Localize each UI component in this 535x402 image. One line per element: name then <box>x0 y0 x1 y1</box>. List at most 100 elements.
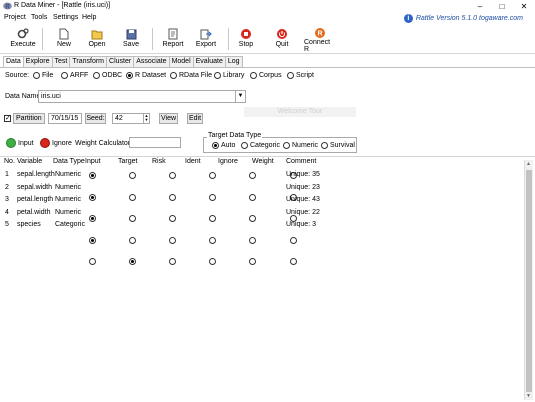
stop-button[interactable]: Stop <box>236 27 256 53</box>
partition-checkbox[interactable]: ✓ Partition <box>4 113 45 124</box>
role-radio-ident[interactable] <box>209 236 216 244</box>
close-button[interactable]: ✕ <box>513 0 535 12</box>
role-radio-ident[interactable] <box>209 172 216 179</box>
scroll-down-icon[interactable]: ▼ <box>526 393 531 399</box>
target-type-numeric[interactable]: Numeric <box>283 142 318 149</box>
quit-button[interactable]: Quit <box>272 27 292 53</box>
tab-cluster[interactable]: Cluster <box>106 56 135 67</box>
source-option-odbc[interactable]: ODBC <box>93 72 122 79</box>
source-option-label: Script <box>296 72 314 79</box>
source-option-arff[interactable]: ARFF <box>61 72 88 79</box>
save-button[interactable]: Save <box>120 27 142 53</box>
source-option-label: ARFF <box>70 72 89 79</box>
role-radio-input[interactable] <box>89 193 96 201</box>
view-button[interactable]: View <box>159 113 178 124</box>
rattle-version-info[interactable]: i Rattle Version 5.1.0 togaware.com <box>403 14 523 23</box>
tab-explore[interactable]: Explore <box>22 56 53 67</box>
target-data-type-label: Target Data Type <box>207 132 263 139</box>
role-radio-ignore[interactable] <box>249 193 256 201</box>
vertical-scrollbar[interactable]: ▲ ▼ <box>524 160 533 400</box>
column-header-input[interactable]: Input <box>85 158 101 165</box>
source-option-file[interactable]: File <box>33 72 53 79</box>
weight-calculator-input[interactable] <box>129 137 181 148</box>
source-option-corpus[interactable]: Corpus <box>250 72 282 79</box>
tab-model[interactable]: Model <box>168 56 194 67</box>
radio-button <box>212 142 219 149</box>
target-type-categoric[interactable]: Categoric <box>241 142 280 149</box>
role-radio-ignore[interactable] <box>249 215 256 222</box>
menu-help[interactable]: Help <box>82 14 96 21</box>
role-radio-input[interactable] <box>89 258 96 265</box>
role-radio-target[interactable] <box>129 172 136 179</box>
role-radio-ident[interactable] <box>209 193 216 201</box>
variables-grid <box>0 156 535 402</box>
column-header-ignore[interactable]: Ignore <box>218 158 238 165</box>
role-radio-ident[interactable] <box>209 215 216 222</box>
execute-button[interactable]: Execute <box>10 27 36 53</box>
tab-test[interactable]: Test <box>51 56 71 67</box>
export-label: Export <box>195 41 217 48</box>
column-header-risk[interactable]: Risk <box>152 158 166 165</box>
report-button[interactable]: Report <box>160 27 186 53</box>
source-option-script[interactable]: Script <box>287 72 314 79</box>
role-radio-target[interactable] <box>129 258 136 265</box>
tab-transform[interactable]: Transform <box>69 56 108 67</box>
role-radio-risk[interactable] <box>169 258 176 265</box>
new-label: New <box>56 41 71 48</box>
input-role-button[interactable]: Input <box>6 138 34 148</box>
role-radio-risk[interactable] <box>169 193 176 201</box>
tab-evaluate[interactable]: Evaluate <box>192 56 226 67</box>
menu-settings[interactable]: Settings <box>53 14 78 21</box>
data-name-combobox[interactable]: iris.uci ▼ <box>38 90 246 103</box>
role-radio-target[interactable] <box>129 236 136 244</box>
tab-associate[interactable]: Associate <box>133 56 170 67</box>
role-radio-input[interactable] <box>89 172 96 179</box>
column-header-variable[interactable]: Variable <box>17 158 42 165</box>
role-radio-risk[interactable] <box>169 172 176 179</box>
edit-button[interactable]: Edit <box>187 113 203 124</box>
role-radio-ignore[interactable] <box>249 236 256 244</box>
role-radio-target[interactable] <box>129 193 136 201</box>
role-radio-input[interactable] <box>89 236 96 244</box>
column-header-comment[interactable]: Comment <box>286 158 316 165</box>
role-radio-risk[interactable] <box>169 236 176 244</box>
radio-button <box>33 72 40 79</box>
radio-button <box>214 72 221 79</box>
seed-spinbox[interactable]: 42 ▲ ▼ <box>112 113 150 124</box>
source-option-r-dataset[interactable]: R Dataset <box>126 72 166 79</box>
role-radio-weight[interactable] <box>290 258 297 265</box>
column-header-no[interactable]: No. <box>4 158 15 165</box>
partition-ratio-input[interactable]: 70/15/15 <box>48 113 82 124</box>
target-type-survival[interactable]: Survival <box>321 142 355 149</box>
spinner-arrows-icon[interactable]: ▲ ▼ <box>143 114 149 123</box>
new-button[interactable]: New <box>54 27 74 53</box>
open-button[interactable]: Open <box>86 27 108 53</box>
role-radio-weight[interactable] <box>290 236 297 244</box>
source-option-library[interactable]: Library <box>214 72 244 79</box>
target-type-auto[interactable]: Auto <box>212 142 235 149</box>
source-option-label: RData File <box>179 72 213 79</box>
role-radio-risk[interactable] <box>169 215 176 222</box>
column-header-data-type[interactable]: Data Type <box>53 158 85 165</box>
role-radio-ignore[interactable] <box>249 172 256 179</box>
column-header-ident[interactable]: Ident <box>185 158 201 165</box>
chevron-down-icon[interactable]: ▼ <box>235 91 245 102</box>
source-option-rdata-file[interactable]: RData File <box>170 72 212 79</box>
connect-r-button[interactable]: R Connect R <box>304 27 336 53</box>
menu-project[interactable]: Project <box>4 14 26 21</box>
export-button[interactable]: Export <box>193 27 219 53</box>
column-header-target[interactable]: Target <box>118 158 137 165</box>
role-radio-ignore[interactable] <box>249 258 256 265</box>
role-radio-target[interactable] <box>129 215 136 222</box>
toolbar: Execute New Open Save Report Export Stop… <box>0 24 535 54</box>
minimize-button[interactable]: – <box>469 0 491 12</box>
role-radio-ident[interactable] <box>209 258 216 265</box>
menu-tools[interactable]: Tools <box>31 14 47 21</box>
scrollbar-thumb[interactable] <box>526 170 532 392</box>
tab-log[interactable]: Log <box>224 56 243 67</box>
maximize-button[interactable]: □ <box>491 0 513 12</box>
role-radio-input[interactable] <box>89 215 96 222</box>
scroll-up-icon[interactable]: ▲ <box>526 161 531 167</box>
ignore-role-button[interactable]: Ignore <box>40 138 72 148</box>
column-header-weight[interactable]: Weight <box>252 158 274 165</box>
